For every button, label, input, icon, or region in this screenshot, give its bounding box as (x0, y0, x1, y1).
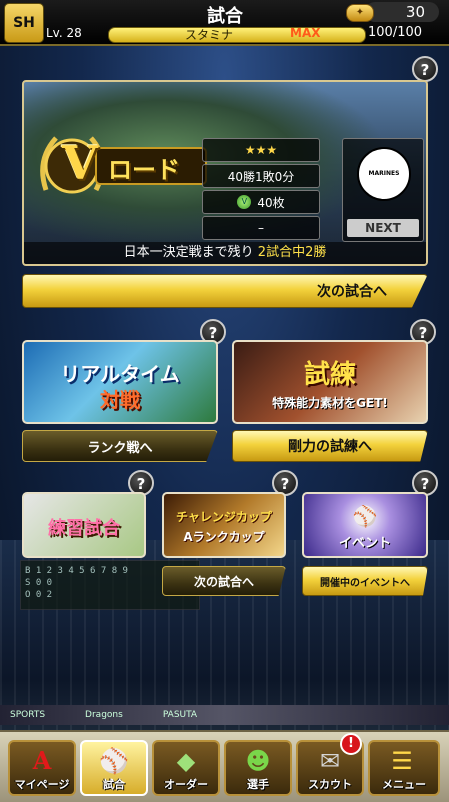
bottom-navigation: A マイページ ⚾ 試合 ◆ オーダー ☻ 選手 ✉ スカウト ☰ メニュー (0, 730, 449, 802)
a-rank-cup-title: Aランクカップ (183, 530, 265, 544)
practice-match-card[interactable]: 練習試合 (22, 492, 146, 558)
scout-notification-badge: ! (340, 733, 362, 755)
nav-label: オーダー (164, 778, 208, 791)
remaining-highlight: 2試合中2勝 (257, 245, 327, 260)
nav-label: 選手 (247, 778, 269, 791)
trial-card[interactable]: 試練 特殊能力素材をGET! (232, 340, 428, 424)
nav-match[interactable]: ⚾ 試合 (80, 740, 148, 796)
bat-ball-icon: ⚾ (352, 504, 378, 528)
v-road-logo: V ロード (36, 130, 211, 200)
v-road-panel[interactable]: V ロード ★★★ 40勝1敗0分 V 40枚 – MARINES CHIBA … (22, 80, 428, 266)
event-title: イベント (338, 536, 391, 551)
page-title: 試合 (207, 6, 243, 27)
stamina-value: 100/100 (368, 25, 423, 40)
ad-text: SPORTS (10, 710, 46, 720)
baseball-glove-icon: ⚾ (99, 747, 129, 775)
difficulty-stars: ★★★ (202, 138, 320, 162)
challenge-next-match-button[interactable]: 次の試合へ (162, 566, 286, 596)
stamina-label: スタミナ (185, 28, 234, 42)
opponent-logo-icon: MARINES CHIBA LOTTE (357, 147, 411, 227)
win-loss-record: 40勝1敗0分 (202, 164, 320, 188)
trial-subtitle: 特殊能力素材をGET! (272, 396, 388, 410)
nav-menu[interactable]: ☰ メニュー (368, 740, 440, 796)
realtime-battle-card[interactable]: リアルタイム 対戦 (22, 340, 218, 424)
medal-count: V 40枚 (202, 190, 320, 214)
medal-count-value: 40枚 (257, 195, 285, 210)
strength-trial-button[interactable]: 剛力の試練へ (232, 430, 428, 462)
battle-title: 対戦 (100, 388, 140, 412)
nav-label: 試合 (103, 778, 125, 791)
practice-title: 練習試合 (48, 518, 120, 539)
medal-icon: V (237, 195, 252, 209)
v-road-info: ★★★ 40勝1敗0分 V 40枚 – (202, 138, 322, 242)
help-icon[interactable]: ? (412, 56, 438, 82)
nav-label: マイページ (14, 778, 70, 791)
nav-players[interactable]: ☻ 選手 (224, 740, 292, 796)
team-logo-icon: SH (4, 3, 44, 43)
remaining-prefix: 日本一決定戦まで残り (123, 245, 254, 260)
challenge-cup-card[interactable]: チャレンジカップ Aランクカップ (162, 492, 286, 558)
ad-text: Dragons (85, 710, 123, 720)
top-status-bar: SH 試合 30 ✦ Lv. 28 スタミナ MAX 100/100 (0, 0, 449, 46)
nav-label: スカウト (308, 778, 352, 791)
trial-title: 試練 (303, 360, 356, 390)
remaining-games-text: 日本一決定戦まで残り 2試合中2勝 (24, 242, 426, 264)
gold-ticket-icon: ✦ (346, 4, 374, 22)
player-level: Lv. 28 (46, 26, 82, 40)
ad-text: PASUTA (162, 710, 198, 720)
next-label: NEXT (347, 219, 419, 237)
stamina-bar (108, 27, 366, 43)
field-order-icon: ◆ (176, 747, 196, 775)
menu-icon: ☰ (391, 747, 413, 775)
v-letter: V (62, 136, 98, 190)
next-match-button[interactable]: 次の試合へ (22, 274, 428, 308)
mypage-a-icon: A (32, 746, 52, 775)
v-road-title: ロード (108, 156, 180, 184)
nav-mypage[interactable]: A マイページ (8, 740, 76, 796)
ongoing-event-button[interactable]: 開催中のイベントへ (302, 566, 428, 596)
stamina-max-label: MAX (290, 26, 321, 40)
nav-order[interactable]: ◆ オーダー (152, 740, 220, 796)
info-empty: – (202, 216, 320, 240)
ranked-match-button[interactable]: ランク戦へ (22, 430, 218, 462)
player-icon: ☻ (245, 747, 271, 775)
ad-banner: SPORTS Dragons PASUTA (0, 705, 449, 725)
next-opponent[interactable]: MARINES CHIBA LOTTE NEXT (342, 138, 424, 242)
challenge-cup-title: チャレンジカップ (176, 510, 272, 524)
nav-label: メニュー (382, 778, 426, 791)
ticket-count: 30 (365, 2, 439, 22)
event-card[interactable]: ⚾ イベント (302, 492, 428, 558)
realtime-title: リアルタイム (60, 362, 180, 386)
